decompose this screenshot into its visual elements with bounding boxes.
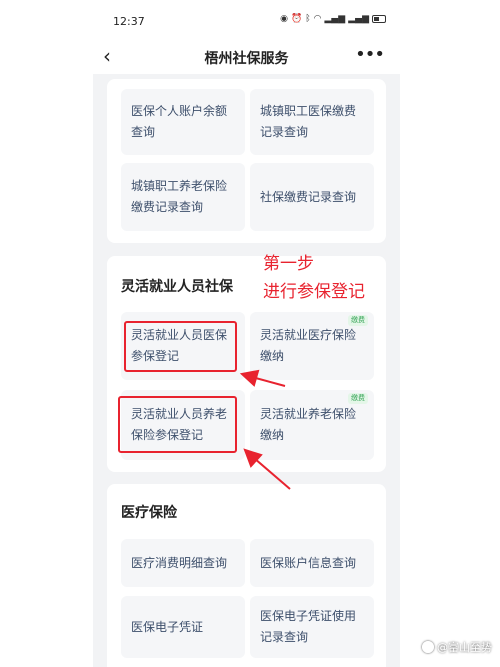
tile-employee-pension-payment[interactable]: 城镇职工养老保险缴费记录查询 (121, 163, 245, 231)
watermark-text: @富山至势 (437, 641, 492, 654)
tile-label: 医疗消费明细查询 (131, 555, 228, 570)
tile-e-certificate-usage-record[interactable]: 医保电子凭证使用记录查询 (250, 596, 374, 658)
alarm-icon: ⏰ (290, 14, 303, 24)
tile-medical-expense-details[interactable]: 医疗消费明细查询 (121, 539, 245, 587)
status-time: 12:37 (113, 15, 145, 28)
step-annotation: 第一步 进行参保登记 (263, 250, 365, 306)
more-icon[interactable]: ••• (355, 44, 385, 65)
eye-icon: ◉ (280, 14, 288, 24)
watermark: @富山至势 (422, 639, 492, 655)
tile-employee-medical-payment[interactable]: 城镇职工医保缴费记录查询 (250, 89, 374, 155)
signal-icon: ▂▄▆ (348, 14, 369, 24)
status-icons: ◉ ⏰ ᛒ ◠ ▂▄▆ ▂▄▆ (280, 14, 386, 24)
tile-label: 医保电子凭证使用记录查询 (260, 609, 357, 644)
tile-label: 灵活就业医疗保险缴纳 (260, 328, 357, 363)
wifi-icon: ◠ (313, 14, 322, 24)
highlight-box-medical-registration (124, 321, 237, 372)
payment-badge: 缴费 (348, 393, 368, 404)
bluetooth-icon: ᛒ (305, 14, 311, 24)
highlight-box-pension-registration (118, 396, 237, 453)
battery-icon (372, 15, 386, 23)
tile-flexible-pension-payment[interactable]: 缴费 灵活就业养老保险缴纳 (250, 390, 374, 460)
tile-label: 社保缴费记录查询 (260, 189, 357, 204)
annotation-line-1: 第一步 (263, 254, 314, 274)
status-bar: 12:37 ◉ ⏰ ᛒ ◠ ▂▄▆ ▂▄▆ (93, 0, 400, 40)
tile-medical-account-info[interactable]: 医保账户信息查询 (250, 539, 374, 587)
watermark-logo-icon (422, 641, 434, 653)
page-title: 梧州社保服务 (204, 51, 289, 67)
tile-social-security-payment[interactable]: 社保缴费记录查询 (250, 163, 374, 231)
section-title: 医疗保险 (121, 505, 177, 521)
tile-label: 医保电子凭证 (131, 619, 204, 634)
section-title: 灵活就业人员社保 (121, 279, 233, 295)
tile-label: 城镇职工养老保险缴费记录查询 (131, 179, 228, 214)
tile-label: 医保个人账户余额查询 (131, 104, 228, 139)
tile-flexible-medical-payment[interactable]: 缴费 灵活就业医疗保险缴纳 (250, 312, 374, 380)
payment-badge: 缴费 (348, 315, 368, 326)
signal-icon: ▂▄▆ (324, 14, 346, 24)
nav-bar: ‹ 梧州社保服务 ••• (93, 40, 400, 74)
annotation-line-2: 进行参保登记 (263, 282, 365, 302)
tile-label: 城镇职工医保缴费记录查询 (260, 104, 357, 139)
tile-label: 灵活就业养老保险缴纳 (260, 407, 357, 442)
medical-insurance-card: 医疗保险 医疗消费明细查询 医保账户信息查询 医保电子凭证 医保电子凭证使用记录… (107, 484, 386, 667)
tile-label: 医保账户信息查询 (260, 555, 357, 570)
query-card: 医保个人账户余额查询 城镇职工医保缴费记录查询 城镇职工养老保险缴费记录查询 社… (107, 79, 386, 243)
tile-medical-e-certificate[interactable]: 医保电子凭证 (121, 596, 245, 658)
tile-account-balance[interactable]: 医保个人账户余额查询 (121, 89, 245, 155)
